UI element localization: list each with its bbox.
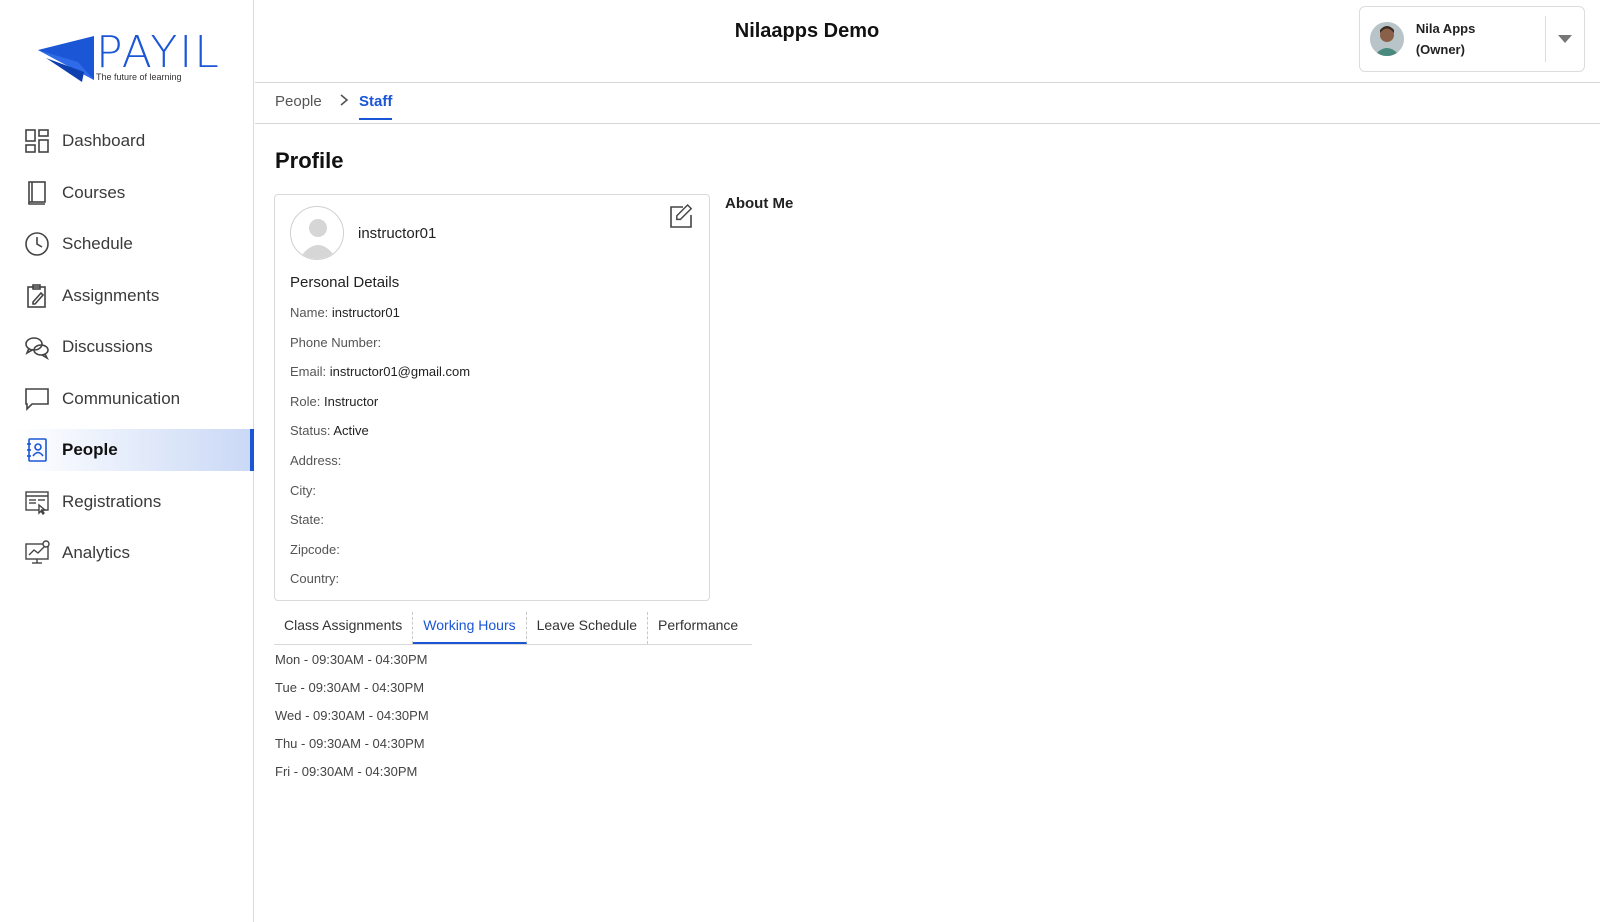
user-name: Nila Apps [1415,21,1476,36]
detail-role: Role: Instructor [290,394,470,424]
detail-zipcode: Zipcode: [290,542,470,572]
detail-label: State: [290,512,324,528]
chevron-right-icon [339,93,349,111]
profile-avatar [290,206,344,260]
detail-label: Address: [290,452,342,468]
top-header: Nilaapps Demo Nila Apps (Owner) [255,0,1600,83]
working-hours-row: Mon - 09:30AM - 04:30PM [275,652,428,667]
registration-form-icon [24,489,50,515]
detail-value: instructor01@gmail.com [329,364,471,380]
tab-class-assignments[interactable]: Class Assignments [274,612,414,644]
detail-city: City: [290,483,470,513]
sidebar-item-label: Assignments [62,285,160,305]
sidebar-item-courses[interactable]: Courses [16,172,254,214]
sidebar-item-label: Schedule [62,234,133,253]
detail-address: Address: [290,453,470,483]
detail-value: Active [333,423,369,439]
sidebar-item-label: Courses [62,182,126,202]
dashboard-icon [24,128,50,154]
working-hours-row: Wed - 09:30AM - 04:30PM [275,708,429,724]
user-menu[interactable]: Nila Apps (Owner) [1359,6,1585,72]
working-hours-row: Tue - 09:30AM - 04:30PM [275,680,425,696]
sidebar-item-schedule[interactable]: Schedule [16,223,254,265]
detail-state: State: [290,512,470,542]
user-dropdown-toggle[interactable] [1546,7,1584,71]
user-role: (Owner) [1415,42,1465,57]
sidebar-item-label: Analytics [62,543,131,562]
profile-username: instructor01 [358,225,437,242]
detail-label: Status: [290,423,331,439]
personal-details-title: Personal Details [290,274,400,291]
user-avatar [1370,22,1404,56]
detail-phone: Phone Number: [290,335,470,365]
detail-value: Instructor [323,393,379,409]
sidebar-item-label: Registrations [62,491,162,511]
detail-label: Phone Number: [290,334,382,350]
sidebar-item-discussions[interactable]: Discussions [16,326,254,368]
sidebar-item-label: People [62,440,118,459]
clipboard-edit-icon [24,283,50,309]
tab-performance[interactable]: Performance [648,612,748,644]
working-hours-row: Fri - 09:30AM - 04:30PM [275,764,418,780]
working-hours-row: Thu - 09:30AM - 04:30PM [275,736,425,752]
sidebar-nav: Dashboard Courses Schedule Assignments D… [16,120,254,584]
sidebar-item-label: Discussions [62,337,153,356]
sidebar-item-assignments[interactable]: Assignments [16,275,254,317]
personal-details-list: Name: instructor01 Phone Number: Email: … [290,305,470,601]
breadcrumb-staff-current[interactable]: Staff [359,93,393,120]
detail-status: Status: Active [290,423,470,453]
sidebar-item-label: Communication [62,388,181,408]
detail-label: Name: [290,305,329,320]
sidebar-item-dashboard[interactable]: Dashboard [16,120,254,162]
detail-email: Email: instructor01@gmail.com [290,364,470,394]
detail-country: Country: [290,571,470,601]
logo-wordmark: PAYIL [96,27,221,78]
about-me-title: About Me [725,195,794,212]
message-icon [24,386,50,412]
working-hours-list: Mon - 09:30AM - 04:30PM Tue - 09:30AM - … [275,652,429,792]
analytics-icon [24,540,50,566]
breadcrumb: People Staff [255,83,1600,124]
user-info: Nila Apps (Owner) [1416,18,1535,60]
caret-down-icon [1558,35,1573,43]
chat-bubbles-icon [24,334,50,360]
logo-tagline: The future of learning [96,72,182,82]
book-icon [24,180,50,206]
detail-label: City: [290,482,316,498]
detail-value: instructor01 [331,305,400,320]
detail-name: Name: instructor01 [290,305,470,335]
profile-card: instructor01 Personal Details Name: inst… [274,194,710,601]
detail-label: Role: [290,393,321,409]
contact-book-icon [24,437,50,463]
logo-mark-icon [38,36,94,82]
profile-tabs: Class Assignments Working Hours Leave Sc… [274,612,752,645]
tab-leave-schedule[interactable]: Leave Schedule [527,612,649,644]
sidebar-item-people[interactable]: People [16,429,254,471]
sidebar-item-analytics[interactable]: Analytics [16,532,254,574]
sidebar: PAYIL The future of learning Dashboard C… [0,0,254,922]
payil-logo[interactable]: PAYIL The future of learning [36,28,226,86]
default-user-icon [299,219,337,259]
tab-working-hours[interactable]: Working Hours [413,612,527,644]
sidebar-item-label: Dashboard [62,131,146,150]
detail-label: Country: [290,571,340,587]
detail-label: Zipcode: [290,541,340,557]
sidebar-item-registrations[interactable]: Registrations [16,481,254,523]
app-title: Nilaapps Demo [734,20,880,42]
edit-icon [670,203,693,228]
clock-icon [24,231,50,257]
page-title: Profile [275,148,344,173]
edit-profile-button[interactable] [667,203,695,231]
breadcrumb-people-link[interactable]: People [275,93,322,110]
sidebar-item-communication[interactable]: Communication [16,378,254,420]
detail-label: Email: [290,364,327,380]
